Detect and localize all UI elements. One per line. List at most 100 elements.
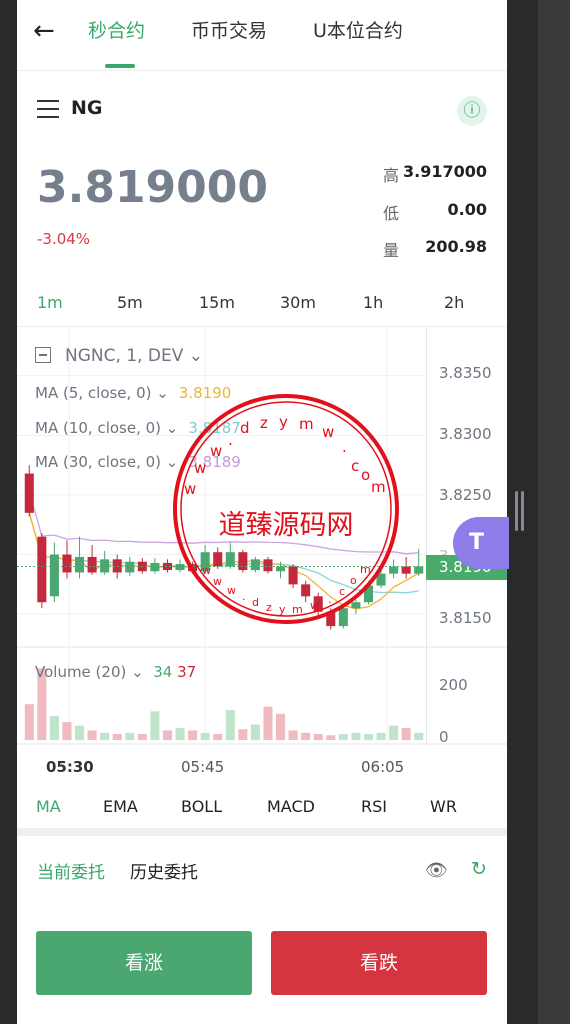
indicator-ma[interactable]: MA [36, 797, 61, 816]
info-icon[interactable]: ⓘ [457, 96, 487, 126]
time-tick: 05:30 [46, 758, 94, 776]
tab-spot-trading[interactable]: 币币交易 [191, 16, 267, 43]
candle-body [414, 566, 424, 574]
volume-label: 量 [383, 241, 400, 260]
volume-legend[interactable]: Volume (20) ⌄ 34 37 [35, 663, 196, 681]
chart-title-text: NGNC, 1, DEV [65, 346, 184, 366]
volume-bar [250, 724, 260, 740]
volume-up-value: 34 [153, 663, 173, 681]
volume-legend-label: Volume (20) [35, 663, 127, 681]
price-tick: 3.8250 [439, 486, 492, 504]
tab-second-contract[interactable]: 秒合约 [88, 16, 145, 43]
indicator-ema[interactable]: EMA [103, 797, 138, 816]
interval-5m[interactable]: 5m [117, 293, 143, 312]
volume-bar [276, 713, 286, 740]
volume-bar [162, 730, 172, 740]
volume-bar [313, 734, 323, 740]
volume-bar [363, 734, 373, 740]
volume-bar [351, 732, 361, 740]
indicator-wr[interactable]: WR [430, 797, 457, 816]
volume-bar [24, 704, 34, 740]
volume-bar [100, 732, 110, 740]
volume-bar [112, 734, 122, 740]
eye-icon[interactable]: 👁 [425, 860, 448, 881]
interval-2h[interactable]: 2h [444, 293, 464, 312]
floating-tool-button[interactable]: T [453, 517, 509, 569]
volume-bar [288, 730, 298, 740]
volume-bar [389, 725, 399, 740]
high-value: 3.917000 [402, 162, 487, 181]
buy-down-button[interactable]: 看跌 [271, 931, 487, 995]
volume-bar [213, 734, 223, 740]
arrow-left-icon[interactable]: ← [33, 16, 55, 46]
volume-bar [125, 732, 135, 740]
ma10-label: MA (10, close, 0) [35, 419, 162, 437]
top-nav: ← 秒合约 币币交易 U本位合约 [17, 0, 507, 71]
candle-body [150, 562, 160, 572]
volume-bar [150, 711, 160, 740]
candle-body [125, 561, 135, 573]
volume-bar [326, 735, 336, 740]
price-tick: 3.8300 [439, 425, 492, 443]
volume-bar [175, 728, 185, 740]
chevron-down-icon[interactable]: ⌄ [189, 346, 203, 366]
volume-bar [301, 732, 311, 740]
chart-title: NGNC, 1, DEV ⌄ [35, 346, 203, 366]
background-panel [538, 0, 570, 1024]
low-label: 低 [383, 204, 400, 223]
volume-bar [49, 716, 59, 740]
time-tick: 06:05 [361, 758, 405, 776]
interval-1m[interactable]: 1m [37, 293, 63, 312]
watermark-url-bottom: www. d z y m w .com [202, 563, 371, 616]
volume-bar [401, 728, 411, 740]
tab-order-history[interactable]: 历史委托 [130, 858, 198, 883]
tab-usdt-contract[interactable]: U本位合约 [313, 16, 403, 43]
section-divider [17, 828, 507, 836]
last-price: 3.819000 [37, 162, 269, 213]
volume-bar [225, 710, 235, 740]
tab-current-orders[interactable]: 当前委托 [37, 858, 105, 883]
volume-bar [263, 706, 273, 740]
refresh-icon[interactable]: ↻ [471, 858, 487, 880]
indicator-rsi[interactable]: RSI [361, 797, 387, 816]
candle-body [75, 556, 85, 573]
price-tick: 3.8150 [439, 609, 492, 627]
time-tick: 05:45 [181, 758, 225, 776]
menu-icon[interactable] [37, 100, 59, 118]
resize-handle[interactable] [515, 491, 525, 531]
candle-body [401, 566, 411, 574]
volume-bar [414, 732, 424, 740]
candle-body [24, 473, 34, 513]
watermark-stamp: 道臻源码网 www.d z y m w.c om www. d z y m w .com [173, 394, 399, 624]
symbol-name[interactable]: NG [71, 97, 103, 119]
collapse-icon[interactable] [35, 347, 51, 363]
volume-bar [376, 732, 386, 740]
indicator-boll[interactable]: BOLL [181, 797, 222, 816]
volume-down-value: 37 [177, 663, 197, 681]
volume-bar [75, 725, 85, 740]
volume-value: 200.98 [425, 237, 487, 256]
buy-up-button[interactable]: 看涨 [36, 931, 252, 995]
price-scale-divider [426, 326, 427, 746]
indicator-macd[interactable]: MACD [267, 797, 315, 816]
interval-30m[interactable]: 30m [280, 293, 316, 312]
watermark-url-top: www.d z y m w.c om [184, 413, 386, 498]
candle-body [100, 559, 110, 573]
ma30-label: MA (30, close, 0) [35, 453, 162, 471]
candle-body [112, 559, 122, 573]
price-change: -3.04% [37, 230, 91, 248]
ma5-label: MA (5, close, 0) [35, 384, 152, 402]
volume-tick: 0 [439, 728, 449, 746]
interval-15m[interactable]: 15m [199, 293, 235, 312]
candle-body [87, 556, 97, 573]
volume-bar [188, 730, 198, 740]
tab-indicator [105, 64, 135, 68]
interval-1h[interactable]: 1h [363, 293, 383, 312]
volume-bar [62, 722, 72, 740]
volume-tick: 200 [439, 676, 468, 694]
volume-bar [87, 730, 97, 740]
volume-bar [137, 734, 147, 740]
volume-bar [200, 732, 210, 740]
candle-body [37, 536, 47, 603]
candle-body [49, 554, 59, 597]
